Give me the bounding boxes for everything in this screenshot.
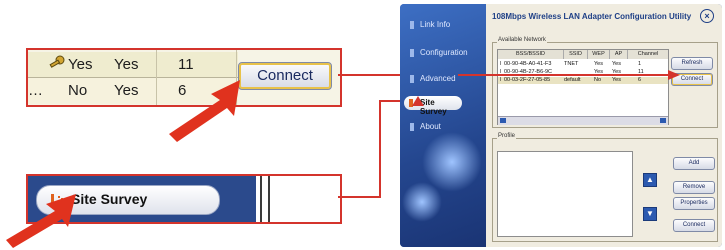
callout-connector <box>379 100 381 198</box>
profile-group: Profile ▲ ▼ Add Remove Properties Connec… <box>492 133 718 242</box>
nav-bullet-icon <box>410 122 414 131</box>
signal-icon: ǀ <box>500 61 502 67</box>
table-row[interactable]: ǀ 00-90-4B-A0-41-F3 TNET Yes Yes 1 <box>498 61 654 68</box>
column-header[interactable]: Channel <box>628 50 668 59</box>
scroll-left-icon[interactable] <box>500 118 506 123</box>
network-list[interactable]: BSS/BSSID SSID WEP AP Channel ǀ 00-90-4B… <box>497 49 669 125</box>
group-label: Profile <box>497 133 517 139</box>
close-icon[interactable]: × <box>700 9 714 23</box>
column-header[interactable]: SSID <box>564 50 588 59</box>
connect-button-zoomed[interactable]: Connect <box>238 62 332 90</box>
nav-bullet-icon <box>410 48 414 57</box>
callout-arrowhead-icon <box>458 70 680 80</box>
callout-arrowhead-icon <box>412 96 424 106</box>
remove-profile-button[interactable]: Remove <box>673 181 715 194</box>
nav-item-advanced[interactable]: Advanced <box>410 74 456 83</box>
ap-value: Yes <box>114 82 139 99</box>
horizontal-scrollbar[interactable] <box>498 116 668 125</box>
wep-value: Yes <box>68 56 93 73</box>
main-panel: 108Mbps Wireless LAN Adapter Configurati… <box>486 4 722 247</box>
profile-connect-button[interactable]: Connect <box>673 219 715 232</box>
properties-button[interactable]: Properties <box>673 197 715 210</box>
bssid-value: … <box>28 82 43 99</box>
nav-item-link-info[interactable]: Link Info <box>410 20 450 29</box>
ap-value: Yes <box>114 56 139 73</box>
pointer-arrow-icon <box>6 194 76 248</box>
column-header[interactable]: WEP <box>588 50 610 59</box>
divider <box>268 176 270 222</box>
group-label: Available Network <box>497 37 547 43</box>
channel-value: 11 <box>178 56 194 73</box>
column-header[interactable]: BSS/BSSID <box>498 50 564 59</box>
wep-value: No <box>68 82 88 99</box>
nav-item-about[interactable]: About <box>410 122 441 131</box>
decor-glow <box>402 182 442 222</box>
scroll-right-icon[interactable] <box>660 118 666 123</box>
nav-item-configuration[interactable]: Configuration <box>410 48 468 57</box>
nav-bullet-icon <box>410 74 414 83</box>
key-icon <box>48 55 66 75</box>
callout-connector <box>338 196 380 198</box>
add-profile-button[interactable]: Add <box>673 157 715 170</box>
divider <box>260 176 262 222</box>
profile-list[interactable] <box>497 151 633 237</box>
window-title: 108Mbps Wireless LAN Adapter Configurati… <box>492 12 692 21</box>
config-utility-window: Link Info Configuration Advanced Site Su… <box>400 4 722 247</box>
move-up-icon[interactable]: ▲ <box>643 173 657 187</box>
move-down-icon[interactable]: ▼ <box>643 207 657 221</box>
decor-glow <box>422 132 482 192</box>
pointer-arrow-icon <box>169 80 240 142</box>
nav-bullet-icon <box>410 20 414 29</box>
available-network-group: Available Network BSS/BSSID SSID WEP AP … <box>492 37 718 128</box>
sidebar: Link Info Configuration Advanced Site Su… <box>400 4 486 247</box>
column-header[interactable]: AP <box>610 50 628 59</box>
